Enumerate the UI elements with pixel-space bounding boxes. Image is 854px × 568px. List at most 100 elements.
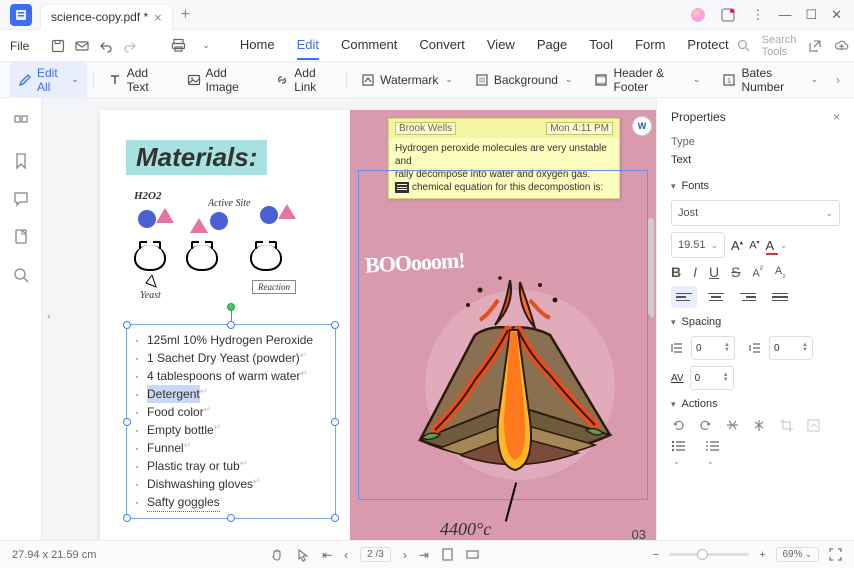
- canvas[interactable]: ‹ Materials: H2O2 Active Site: [42, 98, 656, 540]
- tab-tool[interactable]: Tool: [589, 31, 613, 60]
- zoom-slider[interactable]: [669, 553, 749, 556]
- line-spacing-input[interactable]: 0▲▼: [691, 336, 735, 360]
- mail-icon[interactable]: [75, 39, 89, 53]
- zoom-slider-thumb[interactable]: [697, 549, 708, 560]
- word-export-badge[interactable]: W: [632, 116, 652, 136]
- tab-page[interactable]: Page: [537, 31, 567, 60]
- select-tool-icon[interactable]: [296, 548, 310, 562]
- background-button[interactable]: Background⌄: [467, 69, 581, 91]
- toolbar-more-icon[interactable]: ›: [832, 69, 844, 91]
- attachments-icon[interactable]: [12, 228, 30, 246]
- file-menu[interactable]: File: [10, 39, 29, 53]
- close-tab-icon[interactable]: ×: [154, 10, 162, 25]
- cloud-icon[interactable]: [834, 39, 849, 53]
- superscript-button[interactable]: A²: [752, 264, 762, 280]
- flip-vertical-icon[interactable]: [725, 418, 740, 433]
- last-page-icon[interactable]: ⇥: [419, 548, 429, 562]
- edit-all-button[interactable]: Edit All⌄: [10, 62, 87, 98]
- undo-icon[interactable]: [99, 39, 113, 53]
- prev-page-icon[interactable]: ‹: [344, 548, 348, 562]
- print-icon[interactable]: [171, 38, 186, 53]
- resize-handle[interactable]: [123, 514, 131, 522]
- tab-protect[interactable]: Protect: [687, 31, 728, 60]
- new-tab-button[interactable]: +: [181, 6, 190, 24]
- tab-comment[interactable]: Comment: [341, 31, 397, 60]
- fit-page-icon[interactable]: [441, 548, 454, 561]
- para-spacing-input[interactable]: 0▲▼: [769, 336, 813, 360]
- notification-icon[interactable]: [719, 6, 737, 24]
- add-link-button[interactable]: Add Link: [267, 62, 340, 98]
- search-icon[interactable]: [737, 39, 750, 52]
- kebab-menu-icon[interactable]: ⋮: [751, 7, 764, 23]
- document-tab[interactable]: science-copy.pdf * ×: [40, 4, 173, 30]
- hand-tool-icon[interactable]: [270, 548, 284, 562]
- fit-width-icon[interactable]: [466, 548, 479, 561]
- replace-icon[interactable]: [806, 418, 821, 433]
- resize-handle[interactable]: [331, 418, 339, 426]
- rotate-right-icon[interactable]: [698, 418, 713, 433]
- crop-icon[interactable]: [779, 418, 794, 433]
- resize-handle[interactable]: [123, 321, 131, 329]
- close-properties-icon[interactable]: ×: [833, 110, 840, 124]
- share-icon[interactable]: [808, 39, 822, 53]
- decrease-font-icon[interactable]: A▾: [749, 239, 759, 252]
- theme-icon[interactable]: [691, 8, 705, 22]
- search-panel-icon[interactable]: [12, 266, 30, 284]
- collapse-right-icon[interactable]: ›: [644, 308, 654, 324]
- numbered-list-icon[interactable]: ⌄: [705, 439, 721, 467]
- comments-icon[interactable]: [12, 190, 30, 208]
- materials-textblock[interactable]: ·125ml 10% Hydrogen Peroxide ·1 Sachet D…: [126, 324, 336, 519]
- tab-edit[interactable]: Edit: [297, 31, 319, 60]
- tab-view[interactable]: View: [487, 31, 515, 60]
- fullscreen-icon[interactable]: [829, 548, 842, 561]
- scrollbar-thumb[interactable]: [648, 218, 654, 318]
- actions-group[interactable]: Actions: [671, 398, 840, 410]
- bold-button[interactable]: B: [671, 264, 681, 280]
- align-right-button[interactable]: [735, 286, 761, 308]
- zoom-in-icon[interactable]: +: [759, 549, 765, 561]
- redo-icon[interactable]: [123, 39, 137, 53]
- add-text-button[interactable]: Add Text: [100, 62, 173, 98]
- close-window-button[interactable]: ✕: [831, 7, 842, 23]
- tab-form[interactable]: Form: [635, 31, 665, 60]
- save-icon[interactable]: [51, 39, 65, 53]
- italic-button[interactable]: I: [693, 264, 697, 280]
- font-size-select[interactable]: 19.51⌄: [671, 232, 725, 258]
- subscript-button[interactable]: A₂: [775, 265, 786, 279]
- align-justify-button[interactable]: [767, 286, 793, 308]
- print-dropdown-icon[interactable]: ⌄: [202, 40, 210, 51]
- bookmarks-icon[interactable]: [12, 152, 30, 170]
- tab-convert[interactable]: Convert: [419, 31, 465, 60]
- zoom-out-icon[interactable]: −: [653, 549, 659, 561]
- header-footer-button[interactable]: Header & Footer⌄: [586, 62, 708, 98]
- resize-handle[interactable]: [123, 418, 131, 426]
- page-indicator[interactable]: 2 /3: [360, 547, 391, 562]
- strikethrough-button[interactable]: S: [731, 264, 740, 280]
- thumbnails-icon[interactable]: [12, 114, 30, 132]
- fonts-group[interactable]: Fonts: [671, 180, 840, 192]
- resize-handle[interactable]: [227, 321, 235, 329]
- watermark-button[interactable]: Watermark⌄: [353, 69, 461, 91]
- zoom-value[interactable]: 69% ⌄: [776, 547, 820, 562]
- resize-handle[interactable]: [227, 514, 235, 522]
- char-spacing-input[interactable]: 0▲▼: [690, 366, 734, 390]
- minimize-button[interactable]: —: [778, 7, 791, 22]
- font-color-icon[interactable]: A: [766, 238, 775, 253]
- maximize-button[interactable]: ☐: [805, 7, 817, 23]
- collapse-left-icon[interactable]: ‹: [44, 308, 54, 324]
- next-page-icon[interactable]: ›: [403, 548, 407, 562]
- underline-button[interactable]: U: [709, 264, 719, 280]
- tab-home[interactable]: Home: [240, 31, 275, 60]
- rotate-handle[interactable]: [227, 303, 235, 311]
- font-family-select[interactable]: Jost⌄: [671, 200, 840, 226]
- increase-font-icon[interactable]: A▴: [731, 238, 743, 253]
- resize-handle[interactable]: [331, 514, 339, 522]
- search-tools-label[interactable]: Search Tools: [762, 34, 797, 58]
- spacing-group[interactable]: Spacing: [671, 316, 840, 328]
- first-page-icon[interactable]: ⇤: [322, 548, 332, 562]
- rotate-left-icon[interactable]: [671, 418, 686, 433]
- bullet-list-icon[interactable]: ⌄: [671, 439, 687, 467]
- bates-number-button[interactable]: 1 Bates Number⌄: [714, 62, 826, 98]
- resize-handle[interactable]: [331, 321, 339, 329]
- align-left-button[interactable]: [671, 286, 697, 308]
